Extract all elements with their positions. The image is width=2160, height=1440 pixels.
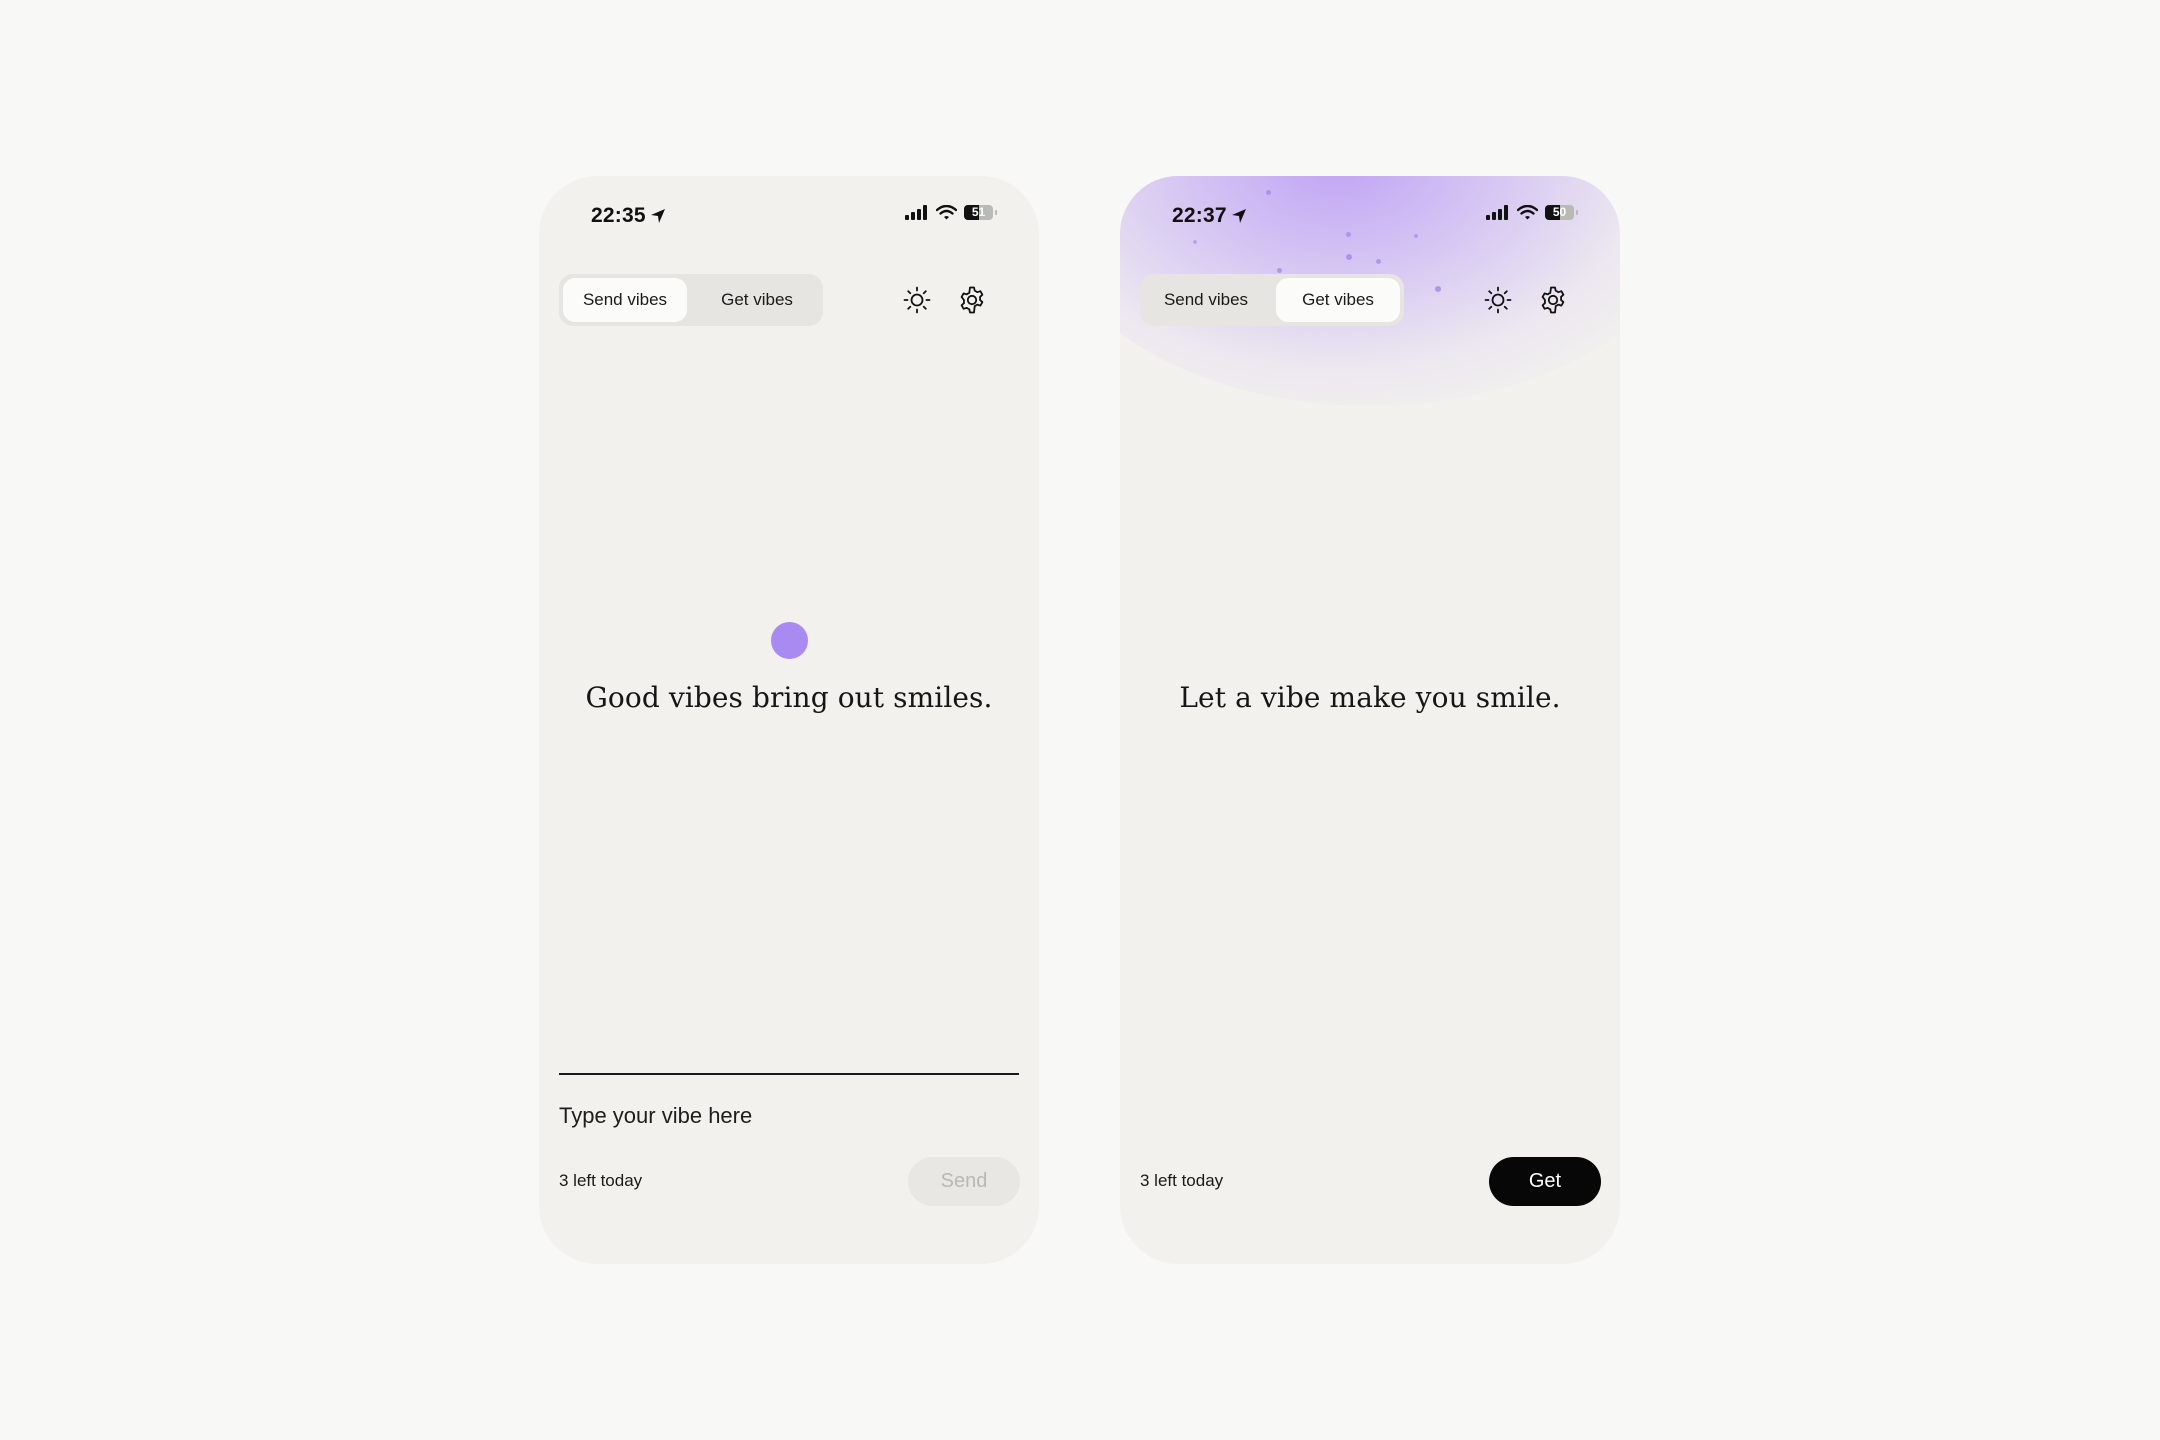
remaining-count: 3 left today [1140,1171,1224,1190]
sparkle-dot [1277,268,1282,273]
sparkle-dot [1376,259,1381,264]
battery-percent: 50 [1552,205,1567,219]
theme-toggle-button[interactable] [1480,282,1516,318]
remaining-count: 3 left today [559,1171,643,1190]
send-vibes-screen: 22:35 51 Send vibes Get vibes Good vibes… [539,176,1039,1264]
theme-toggle-button[interactable] [899,282,935,318]
send-button[interactable]: Send [908,1157,1020,1206]
cellular-signal-icon [905,205,927,220]
mode-toggle: Send vibes Get vibes [559,274,823,326]
tab-send-vibes[interactable]: Send vibes [1144,278,1268,322]
status-icons: 50 [1486,205,1578,220]
location-arrow-icon [650,209,665,223]
sun-icon [903,286,931,314]
settings-button[interactable] [954,282,990,318]
battery-percent: 51 [971,205,986,219]
status-time: 22:37 [1172,204,1247,228]
sun-icon [1484,286,1512,314]
input-divider [559,1073,1019,1075]
gear-icon [1541,286,1565,314]
mode-toggle: Send vibes Get vibes [1140,274,1404,326]
tab-get-vibes[interactable]: Get vibes [695,278,819,322]
sparkle-dot [1435,286,1441,292]
vibe-input[interactable] [559,1096,999,1136]
page-headline: Good vibes bring out smiles. [585,681,993,714]
get-button[interactable]: Get [1489,1157,1601,1206]
battery-icon: 50 [1545,205,1574,220]
status-bar: 22:35 51 [539,176,1039,256]
vibe-orb [771,622,808,659]
location-arrow-icon [1231,209,1246,223]
clock-text: 22:37 [1172,204,1227,227]
status-icons: 51 [905,205,997,220]
page-headline: Let a vibe make you smile. [1179,681,1561,714]
wifi-icon [1517,205,1538,220]
status-time: 22:35 [591,204,666,228]
battery-icon: 51 [964,205,993,220]
battery-cap [995,210,997,215]
battery-cap [1576,210,1578,215]
settings-button[interactable] [1535,282,1571,318]
status-bar: 22:37 50 [1120,176,1620,256]
cellular-signal-icon [1486,205,1508,220]
tab-send-vibes[interactable]: Send vibes [563,278,687,322]
get-vibes-screen: 22:37 50 Send vibes Get vibes Let a vibe… [1120,176,1620,1264]
gear-icon [960,286,984,314]
tab-get-vibes[interactable]: Get vibes [1276,278,1400,322]
clock-text: 22:35 [591,204,646,227]
wifi-icon [936,205,957,220]
